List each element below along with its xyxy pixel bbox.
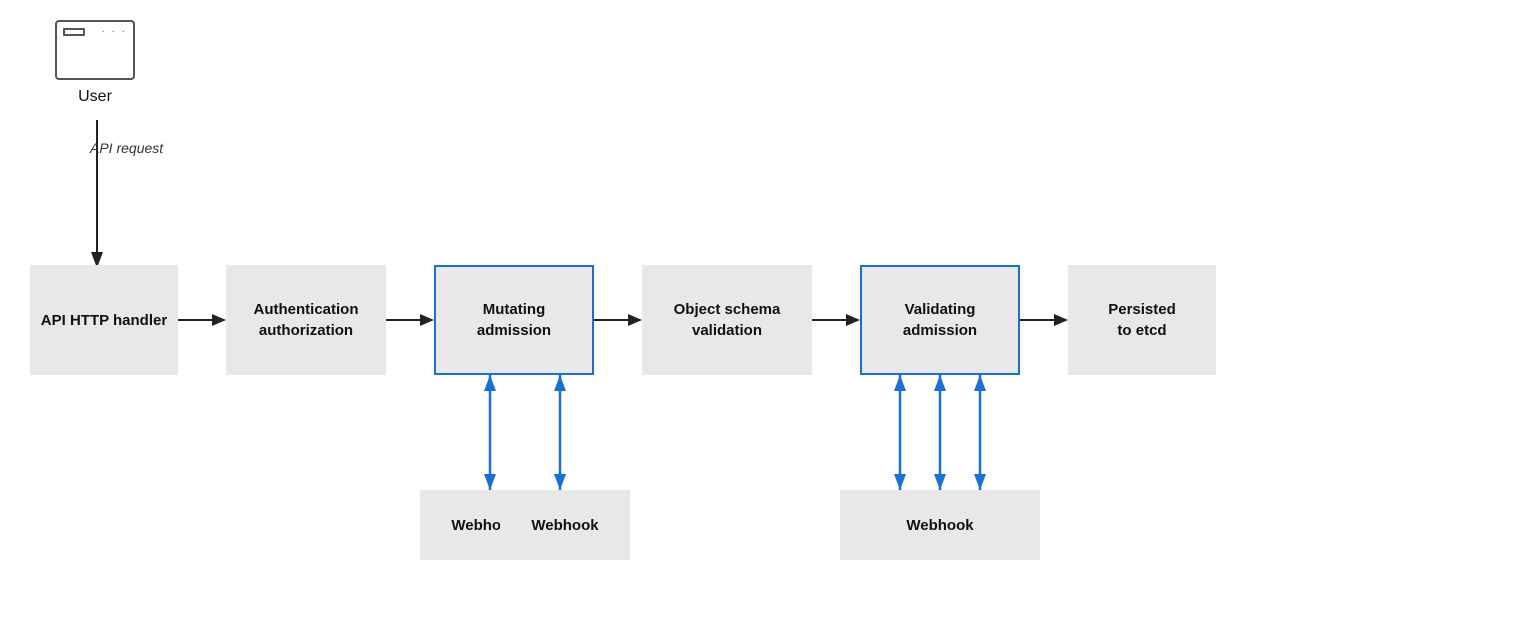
api-http-handler-label: API HTTP handler [41, 310, 167, 331]
schema-validation-label: Object schemavalidation [674, 299, 781, 341]
api-request-section: API request [90, 140, 163, 160]
browser-icon [55, 20, 135, 80]
api-http-handler-box: API HTTP handler [30, 265, 178, 375]
mutating-admission-label: Mutatingadmission [477, 299, 551, 341]
validating-admission-box: Validatingadmission [860, 265, 1020, 375]
webhook2-box: Webhook [500, 490, 630, 560]
auth-authorization-box: Authenticationauthorization [226, 265, 386, 375]
user-label: User [78, 88, 112, 106]
persisted-etcd-label: Persistedto etcd [1108, 299, 1176, 341]
webhook3-label: Webhook [906, 517, 973, 534]
validating-admission-label: Validatingadmission [903, 299, 977, 341]
auth-authorization-label: Authenticationauthorization [254, 299, 359, 341]
persisted-etcd-box: Persistedto etcd [1068, 265, 1216, 375]
api-request-label: API request [90, 140, 163, 156]
webhook3-box: Webhook [840, 490, 1040, 560]
user-section: User [55, 20, 135, 106]
mutating-admission-box: Mutatingadmission [434, 265, 594, 375]
diagram-container: User API request [0, 0, 1520, 630]
webhook2-label: Webhook [531, 517, 598, 534]
schema-validation-box: Object schemavalidation [642, 265, 812, 375]
